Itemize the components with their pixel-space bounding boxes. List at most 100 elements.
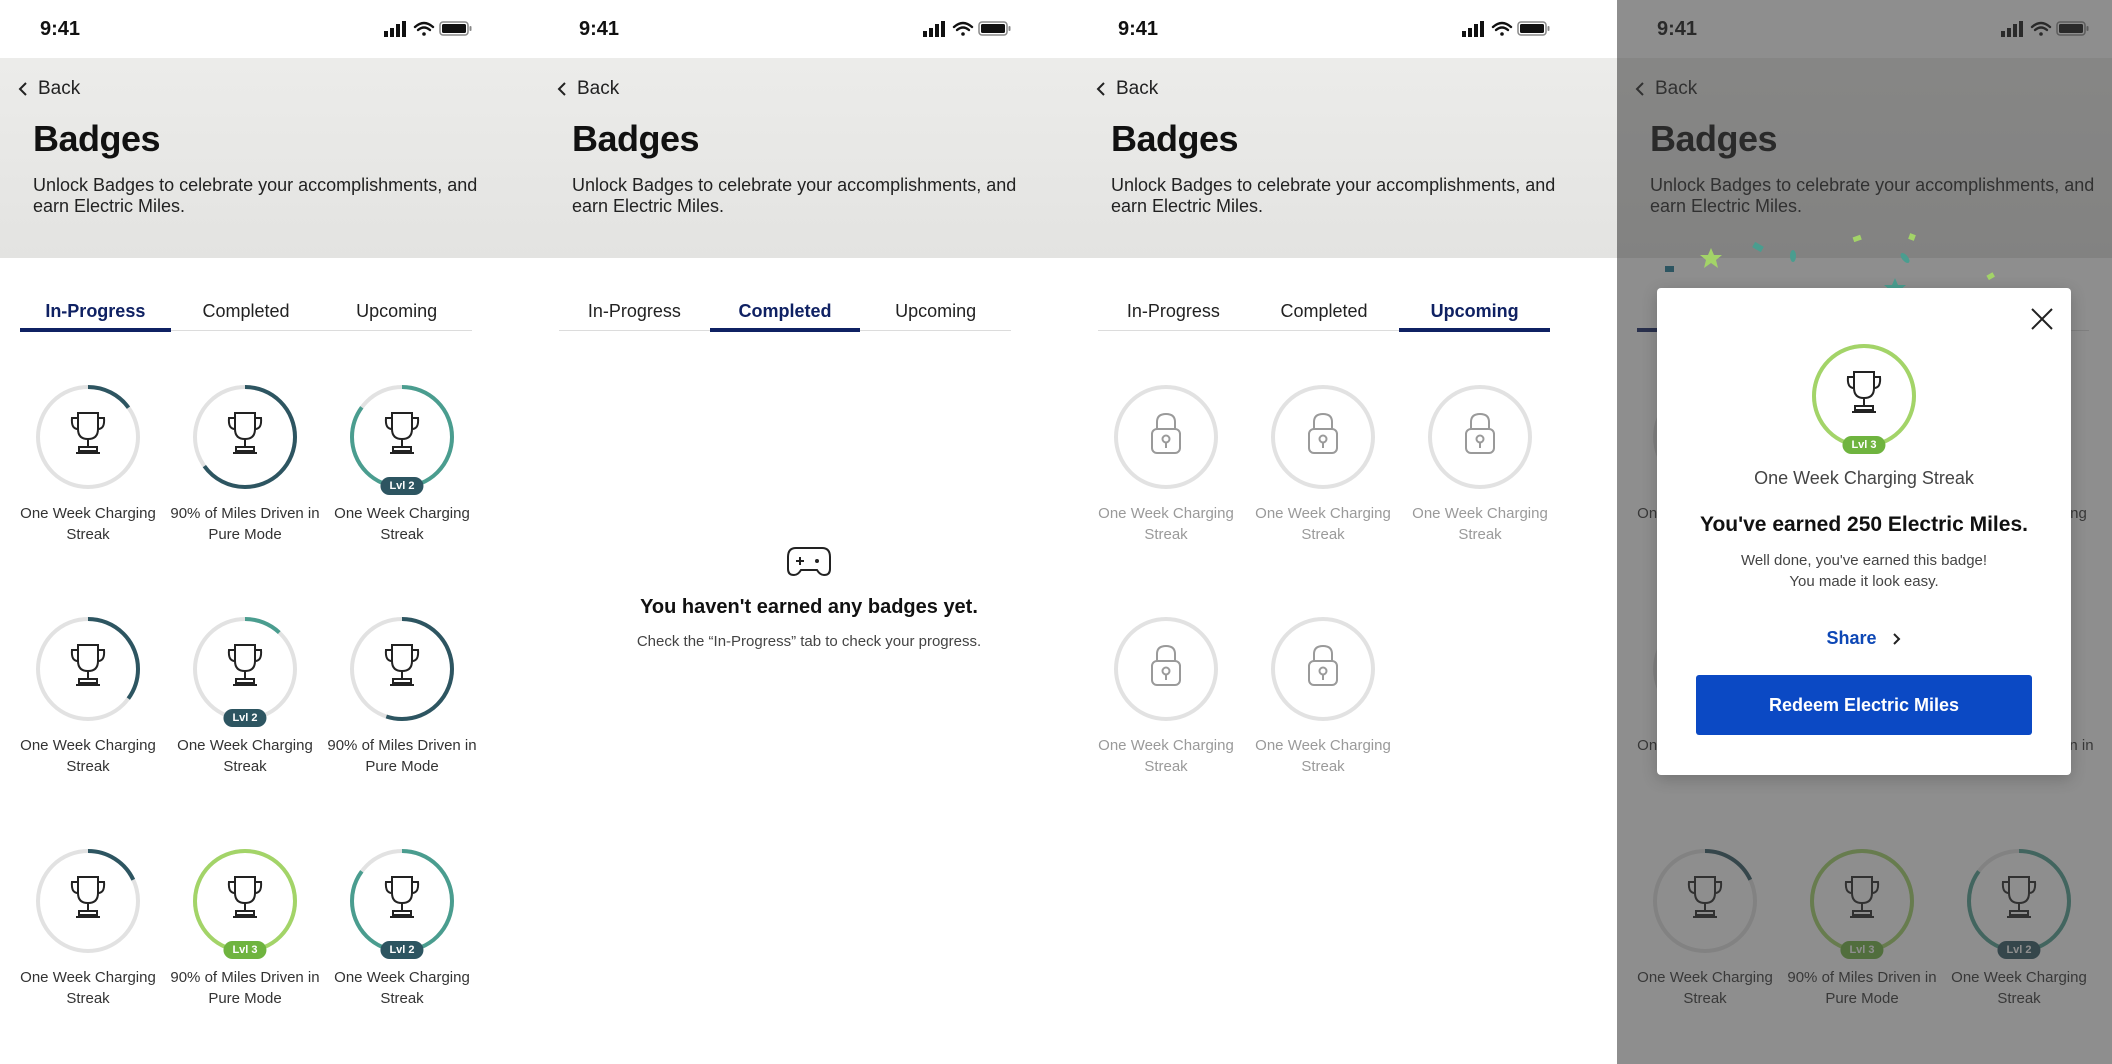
tab-completed[interactable]: Completed bbox=[171, 296, 322, 330]
badge-ring bbox=[1112, 383, 1220, 491]
badge-ring bbox=[1112, 615, 1220, 723]
tab-bar: In-Progress Completed Upcoming bbox=[20, 296, 472, 332]
page-title: Badges bbox=[572, 118, 700, 159]
lock-icon bbox=[1465, 412, 1495, 454]
badge-label: One Week Charging Streak bbox=[334, 969, 470, 1007]
signal-icon bbox=[384, 21, 406, 37]
redeem-electric-miles-button[interactable]: Redeem Electric Miles bbox=[1696, 675, 2032, 735]
badge-label: 90% of Miles Driven in Pure Mode bbox=[170, 505, 320, 543]
tab-in-progress[interactable]: In-Progress bbox=[559, 296, 710, 330]
badge-ring bbox=[1269, 383, 1377, 491]
wifi-icon bbox=[1491, 21, 1513, 36]
battery-icon bbox=[439, 21, 472, 36]
earned-badge: Lvl 3 bbox=[1810, 342, 1918, 454]
badge-item[interactable]: One Week Charging Streak bbox=[13, 615, 163, 777]
trophy-icon bbox=[70, 876, 106, 918]
badge-item[interactable]: One Week Charging Streak bbox=[1248, 383, 1398, 545]
page-subtitle: Unlock Badges to celebrate your accompli… bbox=[1111, 175, 1556, 216]
status-time: 9:41 bbox=[579, 18, 620, 40]
badge-label: One Week Charging Streak bbox=[177, 737, 313, 775]
badge-item[interactable]: Lvl 2 One Week Charging Streak bbox=[327, 383, 477, 545]
trophy-icon bbox=[70, 644, 106, 686]
back-label: Back bbox=[577, 78, 620, 99]
badge-item[interactable]: One Week Charging Streak bbox=[1091, 383, 1241, 545]
chevron-right-icon bbox=[1892, 633, 1900, 645]
tab-completed[interactable]: Completed bbox=[709, 296, 861, 332]
badge-item[interactable]: Lvl 2 One Week Charging Streak bbox=[170, 615, 320, 777]
back-button[interactable]: Back bbox=[557, 78, 619, 100]
lock-icon bbox=[1308, 644, 1338, 686]
wifi-icon bbox=[952, 21, 974, 36]
badge-item[interactable]: One Week Charging Streak bbox=[1405, 383, 1555, 545]
close-icon[interactable] bbox=[2029, 306, 2055, 332]
chevron-left-icon bbox=[18, 82, 27, 96]
badge-ring bbox=[1269, 615, 1377, 723]
tab-upcoming[interactable]: Upcoming bbox=[321, 296, 472, 330]
badge-item[interactable]: Lvl 2 One Week Charging Streak bbox=[327, 847, 477, 1009]
badge-ring bbox=[34, 615, 142, 723]
badge-ring bbox=[34, 847, 142, 955]
badge-item[interactable]: Lvl 3 90% of Miles Driven in Pure Mode bbox=[170, 847, 320, 1009]
trophy-icon bbox=[384, 412, 420, 454]
screen-badge-earned-modal: 9:41 Back Badges Unlock Badges to celebr… bbox=[1617, 0, 2112, 1064]
badge-ring bbox=[348, 615, 456, 723]
badge-ring: Lvl 2 bbox=[191, 615, 299, 727]
tab-in-progress[interactable]: In-Progress bbox=[20, 296, 171, 332]
trophy-icon bbox=[227, 876, 263, 918]
earned-badge-name: One Week Charging Streak bbox=[1754, 468, 1974, 488]
share-link[interactable]: Share bbox=[1657, 628, 2071, 649]
badge-item[interactable]: 90% of Miles Driven in Pure Mode bbox=[170, 383, 320, 545]
tab-bar: In-Progress Completed Upcoming bbox=[1098, 296, 1550, 332]
earned-message-line-2: You made it look easy. bbox=[1789, 573, 1939, 590]
trophy-icon bbox=[384, 876, 420, 918]
lock-icon bbox=[1151, 644, 1181, 686]
system-status-icons bbox=[923, 21, 1011, 37]
trophy-icon bbox=[227, 644, 263, 686]
trophy-icon bbox=[70, 412, 106, 454]
badge-item[interactable]: One Week Charging Streak bbox=[1248, 615, 1398, 777]
badge-item[interactable]: One Week Charging Streak bbox=[1091, 615, 1241, 777]
lock-icon bbox=[1308, 412, 1338, 454]
chevron-left-icon bbox=[1096, 82, 1105, 96]
badge-label: One Week Charging Streak bbox=[20, 505, 156, 543]
badge-ring bbox=[1426, 383, 1534, 491]
tab-upcoming[interactable]: Upcoming bbox=[1399, 296, 1550, 332]
badge-item[interactable]: One Week Charging Streak bbox=[13, 383, 163, 545]
trophy-icon bbox=[1846, 371, 1882, 413]
back-label: Back bbox=[1116, 78, 1159, 99]
status-time: 9:41 bbox=[1118, 18, 1159, 40]
badge-label: One Week Charging Streak bbox=[1098, 505, 1234, 543]
game-controller-icon bbox=[787, 547, 831, 577]
back-button[interactable]: Back bbox=[18, 78, 80, 100]
earned-message-line-1: Well done, you've earned this badge! bbox=[1740, 552, 1988, 569]
empty-title: You haven't earned any badges yet. bbox=[640, 596, 978, 618]
signal-icon bbox=[923, 21, 945, 37]
badge-label: One Week Charging Streak bbox=[1255, 737, 1391, 775]
battery-icon bbox=[978, 21, 1011, 36]
back-label: Back bbox=[38, 78, 81, 99]
system-status-icons bbox=[384, 21, 472, 37]
status-bar: 9:41 bbox=[1078, 0, 1618, 58]
tab-completed[interactable]: Completed bbox=[1249, 296, 1400, 330]
back-button[interactable]: Back bbox=[1096, 78, 1158, 100]
badge-item[interactable]: One Week Charging Streak bbox=[13, 847, 163, 1009]
badge-label: One Week Charging Streak bbox=[334, 505, 470, 543]
badge-ring: Lvl 2 bbox=[348, 847, 456, 959]
level-badge: Lvl 2 bbox=[380, 477, 424, 495]
chevron-left-icon bbox=[557, 82, 566, 96]
badge-ring: Lvl 2 bbox=[348, 383, 456, 495]
page-title: Badges bbox=[1111, 118, 1239, 159]
lock-icon bbox=[1151, 412, 1181, 454]
badge-ring bbox=[34, 383, 142, 491]
empty-state: You haven't earned any badges yet. Check… bbox=[539, 545, 1079, 650]
earned-miles-heading: You've earned 250 Electric Miles. bbox=[1700, 513, 2028, 536]
badge-item[interactable]: 90% of Miles Driven in Pure Mode bbox=[327, 615, 477, 777]
battery-icon bbox=[1517, 21, 1550, 36]
badge-label: One Week Charging Streak bbox=[1255, 505, 1391, 543]
status-bar: 9:41 bbox=[539, 0, 1079, 58]
empty-subtitle: Check the “In-Progress” tab to check you… bbox=[636, 633, 982, 650]
page-subtitle: Unlock Badges to celebrate your accompli… bbox=[572, 175, 1017, 216]
tab-upcoming[interactable]: Upcoming bbox=[860, 296, 1011, 330]
earned-message: Well done, you've earned this badge! You… bbox=[1657, 550, 2071, 592]
tab-in-progress[interactable]: In-Progress bbox=[1098, 296, 1249, 330]
